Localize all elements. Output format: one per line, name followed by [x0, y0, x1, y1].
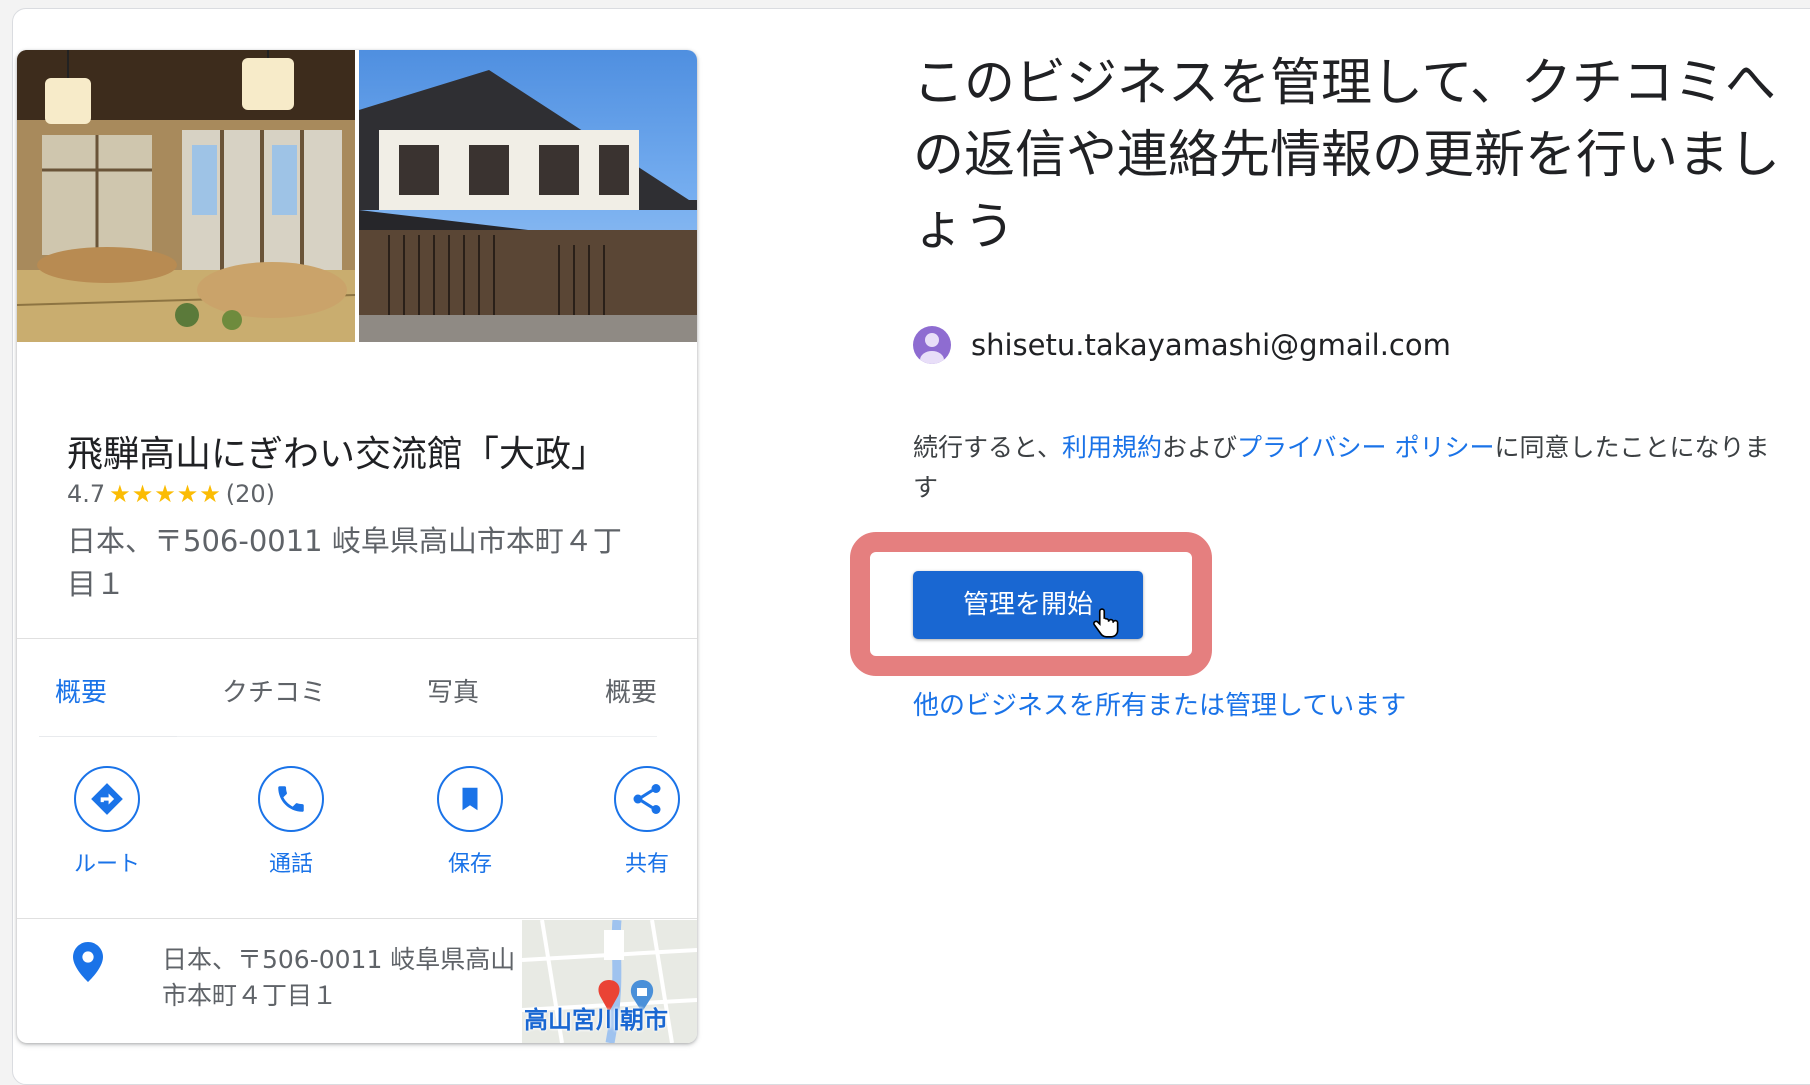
- tab-reviews[interactable]: クチコミ: [222, 672, 326, 709]
- directions-icon: [74, 766, 140, 832]
- other-business-link[interactable]: 他のビジネスを所有または管理しています: [913, 685, 1406, 722]
- address-row-text: 日本、〒506-0011 岐阜県高山市本町４丁目１: [162, 945, 516, 1010]
- claim-headline: このビジネスを管理して、クチコミへの返信や連絡先情報の更新を行いましょう: [913, 54, 1781, 257]
- phone-icon: [258, 766, 324, 832]
- address-row[interactable]: 日本、〒506-0011 岐阜県高山市本町４丁目１ 高山宮川朝市: [17, 920, 697, 1043]
- business-tabs: 概要 クチコミ 写真 概要: [17, 660, 697, 720]
- review-count: (20): [225, 480, 276, 508]
- call-button[interactable]: 通話: [231, 766, 351, 878]
- consent-prefix: 続行すると、: [913, 433, 1063, 462]
- business-card: 飛騨高山にぎわい交流館「大政」 4.7 ★★★★★ (20) 日本、〒506-001…: [17, 50, 697, 1043]
- privacy-policy-link[interactable]: プライバシー ポリシー: [1237, 433, 1494, 462]
- tab-overview[interactable]: 概要: [55, 672, 107, 709]
- rating-stars: ★★★★★: [109, 480, 222, 508]
- divider: [17, 918, 697, 919]
- call-label: 通話: [268, 852, 313, 877]
- exterior-photo[interactable]: [359, 50, 697, 342]
- save-label: 保存: [447, 852, 492, 877]
- rating-summary[interactable]: 4.7 ★★★★★ (20): [67, 480, 275, 508]
- mini-map[interactable]: 高山宮川朝市: [522, 920, 697, 1043]
- business-address: 日本、〒506-0011 岐阜県高山市本町４丁目１: [67, 524, 622, 601]
- business-name: 飛騨高山にぎわい交流館「大政」: [67, 434, 608, 475]
- avatar: [913, 326, 951, 364]
- rating-value: 4.7: [67, 480, 106, 508]
- divider: [17, 638, 697, 639]
- map-poi-label[interactable]: 高山宮川朝市: [524, 1000, 668, 1035]
- share-button[interactable]: 共有: [587, 766, 697, 878]
- share-label: 共有: [624, 852, 669, 877]
- account-email: shisetu.takayamashi@gmail.com: [971, 328, 1451, 362]
- tab-divider: [177, 736, 657, 737]
- hand-cursor-icon: [1092, 606, 1122, 646]
- tab-about[interactable]: 概要: [605, 672, 657, 709]
- save-button[interactable]: 保存: [410, 766, 530, 878]
- active-tab-indicator: [39, 736, 189, 737]
- tab-photos[interactable]: 写真: [427, 672, 479, 709]
- share-icon: [614, 766, 680, 832]
- terms-link[interactable]: 利用規約: [1062, 433, 1162, 462]
- location-pin-icon: [73, 942, 103, 986]
- business-photos[interactable]: [17, 50, 697, 342]
- consent-and: および: [1162, 433, 1238, 462]
- consent-text: 続行すると、利用規約およびプライバシー ポリシーに同意したことになります: [913, 428, 1793, 508]
- route-button[interactable]: ルート: [47, 766, 167, 878]
- route-label: ルート: [73, 852, 140, 877]
- bookmark-icon: [437, 766, 503, 832]
- interior-photo[interactable]: [17, 50, 355, 342]
